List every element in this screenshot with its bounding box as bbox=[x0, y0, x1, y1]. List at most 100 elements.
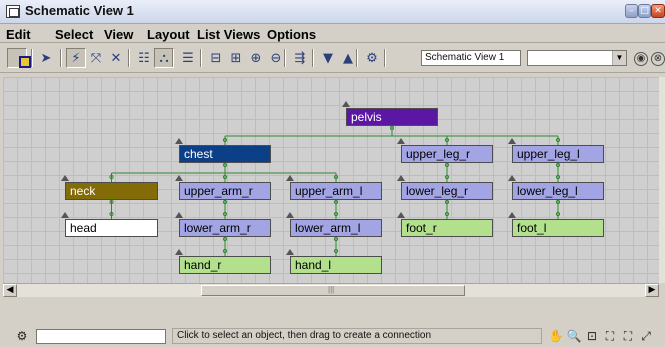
menu-bar: Edit Select View Layout List Views Optio… bbox=[0, 25, 665, 43]
references-mode-icon: ⛬ bbox=[159, 50, 169, 66]
list-mode-icon: ☰ bbox=[182, 50, 194, 66]
display-floater-button[interactable] bbox=[7, 48, 31, 68]
node-pelvis[interactable]: pelvis bbox=[346, 108, 438, 126]
align-right-button[interactable]: ⊞ bbox=[226, 48, 246, 68]
preferences-icon: ⚙ bbox=[366, 50, 378, 66]
select-arrow-button[interactable]: ➤ bbox=[36, 48, 56, 68]
node-lower-leg-r[interactable]: lower_leg_r bbox=[401, 182, 493, 200]
node-hand-l[interactable]: hand_l bbox=[290, 256, 382, 274]
menu-edit[interactable]: Edit bbox=[6, 27, 31, 42]
node-chest[interactable]: chest bbox=[179, 145, 271, 163]
scroll-thumb[interactable]: ||| bbox=[201, 285, 465, 296]
hierarchy-links bbox=[109, 125, 561, 256]
toolbar-separator bbox=[384, 49, 386, 67]
zoom-region-icon[interactable]: ⊡ bbox=[584, 328, 600, 344]
expand-triangle-icon[interactable] bbox=[508, 175, 516, 181]
select-arrow-icon: ➤ bbox=[40, 50, 52, 66]
expand-triangle-icon[interactable] bbox=[61, 175, 69, 181]
filter-up-icon: ▲ bbox=[343, 50, 353, 66]
zoom-extents-selected-icon[interactable]: ⛶ bbox=[620, 328, 636, 344]
chevron-down-icon[interactable]: ▼ bbox=[612, 51, 626, 65]
vertical-scrollbar[interactable] bbox=[659, 77, 665, 283]
schematic-app-icon bbox=[6, 5, 20, 18]
expand-triangle-icon[interactable] bbox=[175, 138, 183, 144]
node-upper-arm-r[interactable]: upper_arm_r bbox=[179, 182, 271, 200]
expand-triangle-icon[interactable] bbox=[508, 212, 516, 218]
maximize-button[interactable]: □ bbox=[638, 4, 651, 18]
hierarchy-mode-button[interactable]: ☷ bbox=[134, 48, 154, 68]
menu-view[interactable]: View bbox=[104, 27, 133, 42]
collapse-button[interactable]: ⊖ bbox=[266, 48, 286, 68]
expand-triangle-icon[interactable] bbox=[286, 175, 294, 181]
node-foot-r[interactable]: foot_r bbox=[401, 219, 493, 237]
view-name-field[interactable]: Schematic View 1 bbox=[421, 50, 521, 66]
node-foot-l[interactable]: foot_l bbox=[512, 219, 604, 237]
node-lower-leg-l[interactable]: lower_leg_l bbox=[512, 182, 604, 200]
expand-triangle-icon[interactable] bbox=[397, 175, 405, 181]
toolbar-separator bbox=[312, 49, 314, 67]
bookmark-icon[interactable]: ◉ bbox=[634, 52, 648, 66]
filter-down-button[interactable]: ▼ bbox=[318, 48, 338, 68]
expand-triangle-icon[interactable] bbox=[286, 212, 294, 218]
menu-list-views[interactable]: List Views bbox=[197, 27, 260, 42]
align-left-button[interactable]: ⊟ bbox=[206, 48, 226, 68]
zoom-extents-icon[interactable]: ⛶ bbox=[602, 328, 618, 344]
node-upper-leg-l[interactable]: upper_leg_l bbox=[512, 145, 604, 163]
saved-views-dropdown[interactable]: ▼ bbox=[527, 50, 627, 66]
node-lower-arm-r[interactable]: lower_arm_r bbox=[179, 219, 271, 237]
expand-triangle-icon[interactable] bbox=[508, 138, 516, 144]
expand-triangle-icon[interactable] bbox=[175, 249, 183, 255]
node-hand-r[interactable]: hand_r bbox=[179, 256, 271, 274]
pan-hand-icon[interactable]: ✋ bbox=[548, 328, 564, 344]
references-mode-button[interactable]: ⛬ bbox=[154, 48, 174, 68]
list-mode-button[interactable]: ☰ bbox=[178, 48, 198, 68]
zoom-icon[interactable]: 🔍 bbox=[566, 328, 582, 344]
expand-triangle-icon[interactable] bbox=[61, 212, 69, 218]
node-upper-leg-r[interactable]: upper_leg_r bbox=[401, 145, 493, 163]
filter-up-button[interactable]: ▲ bbox=[338, 48, 358, 68]
toolbar-separator bbox=[128, 49, 130, 67]
menu-options[interactable]: Options bbox=[267, 27, 316, 42]
display-floater-icon bbox=[19, 56, 31, 68]
zoom-all-icon[interactable]: ⤢ bbox=[638, 328, 654, 344]
toolbar-separator bbox=[31, 49, 33, 67]
toolbar-separator bbox=[200, 49, 202, 67]
expand-triangle-icon[interactable] bbox=[342, 101, 350, 107]
unlink-icon: ⤧ bbox=[90, 50, 102, 66]
schematic-canvas[interactable]: pelvis chest upper_leg_r upper_leg_lneck upp… bbox=[3, 77, 659, 283]
toolbar-separator bbox=[284, 49, 286, 67]
node-neck[interactable]: neck bbox=[65, 182, 158, 200]
grip-icon: ||| bbox=[328, 285, 335, 294]
horizontal-scrollbar[interactable]: ◀ ||| ▶ bbox=[3, 283, 659, 297]
minimize-button[interactable]: – bbox=[625, 4, 638, 18]
expand-triangle-icon[interactable] bbox=[175, 212, 183, 218]
expand-button[interactable]: ⊕ bbox=[246, 48, 266, 68]
node-lower-arm-l[interactable]: lower_arm_l bbox=[290, 219, 382, 237]
connect-button[interactable]: ⚡ bbox=[66, 48, 86, 68]
node-upper-arm-l[interactable]: upper_arm_l bbox=[290, 182, 382, 200]
delete-button[interactable]: ✕ bbox=[106, 48, 126, 68]
preferences-button[interactable]: ⚙ bbox=[362, 48, 382, 68]
toolbar-separator bbox=[60, 49, 62, 67]
collapse-icon: ⊖ bbox=[270, 50, 282, 66]
menu-layout[interactable]: Layout bbox=[147, 27, 190, 42]
expand-triangle-icon[interactable] bbox=[397, 138, 405, 144]
node-head[interactable]: head bbox=[65, 219, 158, 237]
align-left-icon: ⊟ bbox=[210, 50, 222, 66]
close-button[interactable]: ✕ bbox=[651, 4, 665, 18]
expand-triangle-icon[interactable] bbox=[175, 175, 183, 181]
unlink-button[interactable]: ⤧ bbox=[86, 48, 106, 68]
toolbar: Schematic View 1 ▼ ◉ ⊗ ➤ ⚡ ⤧ ✕ ☷ ⛬ ☰ ⊟ ⊞ ⊕ ⊖ ⇶ ▼ ▲ ⚙ bbox=[0, 45, 665, 73]
scroll-left-button[interactable]: ◀ bbox=[3, 284, 17, 297]
expand-triangle-icon[interactable] bbox=[286, 249, 294, 255]
scroll-right-button[interactable]: ▶ bbox=[645, 284, 659, 297]
arrange-button[interactable]: ⇶ bbox=[290, 48, 310, 68]
menu-select[interactable]: Select bbox=[55, 27, 93, 42]
toolbar-separator bbox=[172, 49, 174, 67]
hierarchy-mode-icon: ☷ bbox=[138, 50, 150, 66]
status-prompt: Click to select an object, then drag to … bbox=[172, 328, 542, 344]
title-bar[interactable]: Schematic View 1 – □ ✕ bbox=[0, 0, 665, 24]
delete-view-icon[interactable]: ⊗ bbox=[651, 52, 665, 66]
status-input-field[interactable] bbox=[36, 329, 166, 344]
expand-triangle-icon[interactable] bbox=[397, 212, 405, 218]
